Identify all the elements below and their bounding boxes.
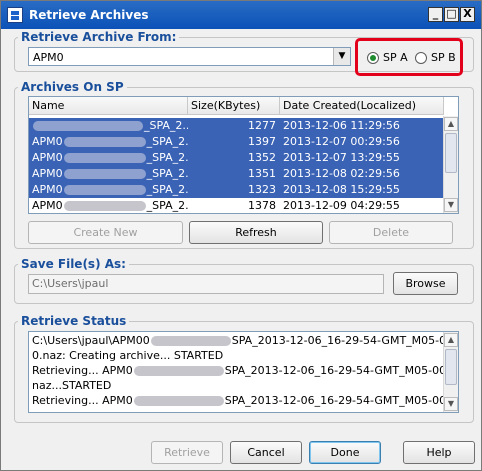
redacted-mark xyxy=(63,169,146,179)
retrieve-from-label: Retrieve Archive From: xyxy=(18,30,180,44)
scroll-up-icon[interactable]: ▲ xyxy=(444,117,458,131)
scroll-down-icon[interactable]: ▼ xyxy=(444,397,458,411)
row-name-cell: APM0_SPA_2... xyxy=(32,183,188,196)
column-header-size[interactable]: Size(KBytes) xyxy=(188,97,280,115)
table-row[interactable]: APM0_SPA_2... 1352 2013-12-07 13:29:55 xyxy=(29,150,444,166)
status-line: Retrieving... APM0 SPA_2013-12-06_16-29-5… xyxy=(32,364,450,377)
row-date-cell: 2013-12-06 11:29:56 xyxy=(283,119,400,132)
title-bar[interactable]: Retrieve Archives _ □ X xyxy=(1,1,481,29)
scroll-thumb[interactable] xyxy=(445,133,457,173)
row-name-cell: APM0_SPA_2... xyxy=(32,135,188,148)
row-size-cell: 1397 xyxy=(248,135,276,148)
archives-scrollbar[interactable]: ▲ ▼ xyxy=(443,116,458,213)
row-date-cell: 2013-12-07 13:29:55 xyxy=(283,151,400,164)
cancel-button[interactable]: Cancel xyxy=(230,441,302,464)
status-line: Retrieving... APM0 SPA_2013-12-06_16-29-5… xyxy=(32,394,447,407)
row-size-cell: 1352 xyxy=(248,151,276,164)
row-date-cell: 2013-12-07 00:29:56 xyxy=(283,135,400,148)
row-name-cell: APM0_SPA_2... xyxy=(32,167,188,180)
table-row[interactable]: _SPA_2... 1277 2013-12-06 11:29:56 xyxy=(29,118,444,134)
row-date-cell: 2013-12-09 04:29:55 xyxy=(283,199,400,212)
sp-a-label[interactable]: SP A xyxy=(383,51,408,64)
status-line: C:\Users\jpaul\APM00 SPA_2013-12-06_16-29… xyxy=(32,334,447,347)
row-size-cell: 1277 xyxy=(248,119,276,132)
chevron-down-icon[interactable]: ▼ xyxy=(333,48,350,65)
redacted-mark xyxy=(63,153,146,163)
column-header-name[interactable]: Name xyxy=(29,97,188,115)
redacted-mark xyxy=(150,336,231,346)
scroll-thumb[interactable] xyxy=(445,349,457,385)
row-date-cell: 2013-12-08 02:29:56 xyxy=(283,167,400,180)
redacted-mark xyxy=(63,137,146,147)
row-size-cell: 1323 xyxy=(248,183,276,196)
redacted-mark xyxy=(63,201,146,211)
sp-b-radio[interactable] xyxy=(415,52,427,64)
redacted-mark xyxy=(133,396,224,406)
table-row[interactable]: APM0_SPA_2... 1397 2013-12-07 00:29:56 xyxy=(29,134,444,150)
redacted-mark xyxy=(133,366,224,376)
maximize-button[interactable]: □ xyxy=(444,7,459,22)
close-button[interactable]: X xyxy=(460,7,475,22)
create-new-button[interactable]: Create New xyxy=(28,221,183,244)
row-size-cell: 1351 xyxy=(248,167,276,180)
archives-label: Archives On SP xyxy=(18,80,127,94)
redacted-mark xyxy=(63,185,146,195)
status-log[interactable]: C:\Users\jpaul\APM00 SPA_2013-12-06_16-29… xyxy=(28,331,459,413)
browse-button[interactable]: Browse xyxy=(393,272,458,295)
minimize-button[interactable]: _ xyxy=(428,7,443,22)
source-select-value: APM0 xyxy=(33,51,64,64)
status-scrollbar[interactable]: ▲ ▼ xyxy=(443,332,458,412)
column-header-date[interactable]: Date Created(Localized) xyxy=(280,97,444,115)
delete-button[interactable]: Delete xyxy=(329,221,453,244)
table-row[interactable]: APM0_SPA_2... 1351 2013-12-08 02:29:56 xyxy=(29,166,444,182)
help-button[interactable]: Help xyxy=(403,441,475,464)
sp-b-label[interactable]: SP B xyxy=(431,51,456,64)
redacted-mark xyxy=(33,121,143,131)
scroll-down-icon[interactable]: ▼ xyxy=(444,198,458,212)
status-line: naz...STARTED xyxy=(32,379,112,392)
retrieve-status-label: Retrieve Status xyxy=(18,314,130,328)
refresh-button[interactable]: Refresh xyxy=(189,221,323,244)
row-name-cell: _SPA_2... xyxy=(29,118,188,134)
table-row[interactable]: APM0_SPA_2... 1378 2013-12-09 04:29:55 xyxy=(29,198,444,214)
row-name-cell: APM0_SPA_2... xyxy=(32,151,188,164)
sp-a-radio[interactable] xyxy=(367,52,379,64)
save-files-label: Save File(s) As: xyxy=(18,257,129,271)
source-select[interactable]: APM0 ▼ xyxy=(28,47,351,66)
row-date-cell: 2013-12-08 15:29:55 xyxy=(283,183,400,196)
retrieve-archives-window: Retrieve Archives _ □ X Retrieve Archive… xyxy=(0,0,482,471)
table-row[interactable]: APM0_SPA_2... 1323 2013-12-08 15:29:55 xyxy=(29,182,444,198)
done-button[interactable]: Done xyxy=(309,441,381,464)
app-icon xyxy=(7,7,23,23)
row-name-cell: APM0_SPA_2... xyxy=(32,199,188,212)
archives-table: Name Size(KBytes) Date Created(Localized… xyxy=(28,96,459,214)
retrieve-button[interactable]: Retrieve xyxy=(151,441,223,464)
status-line: 0.naz: Creating archive... STARTED xyxy=(32,349,224,362)
save-path-field[interactable]: C:\Users\jpaul xyxy=(28,274,384,294)
row-size-cell: 1378 xyxy=(248,199,276,212)
window-title: Retrieve Archives xyxy=(29,8,149,22)
scroll-up-icon[interactable]: ▲ xyxy=(444,333,458,347)
